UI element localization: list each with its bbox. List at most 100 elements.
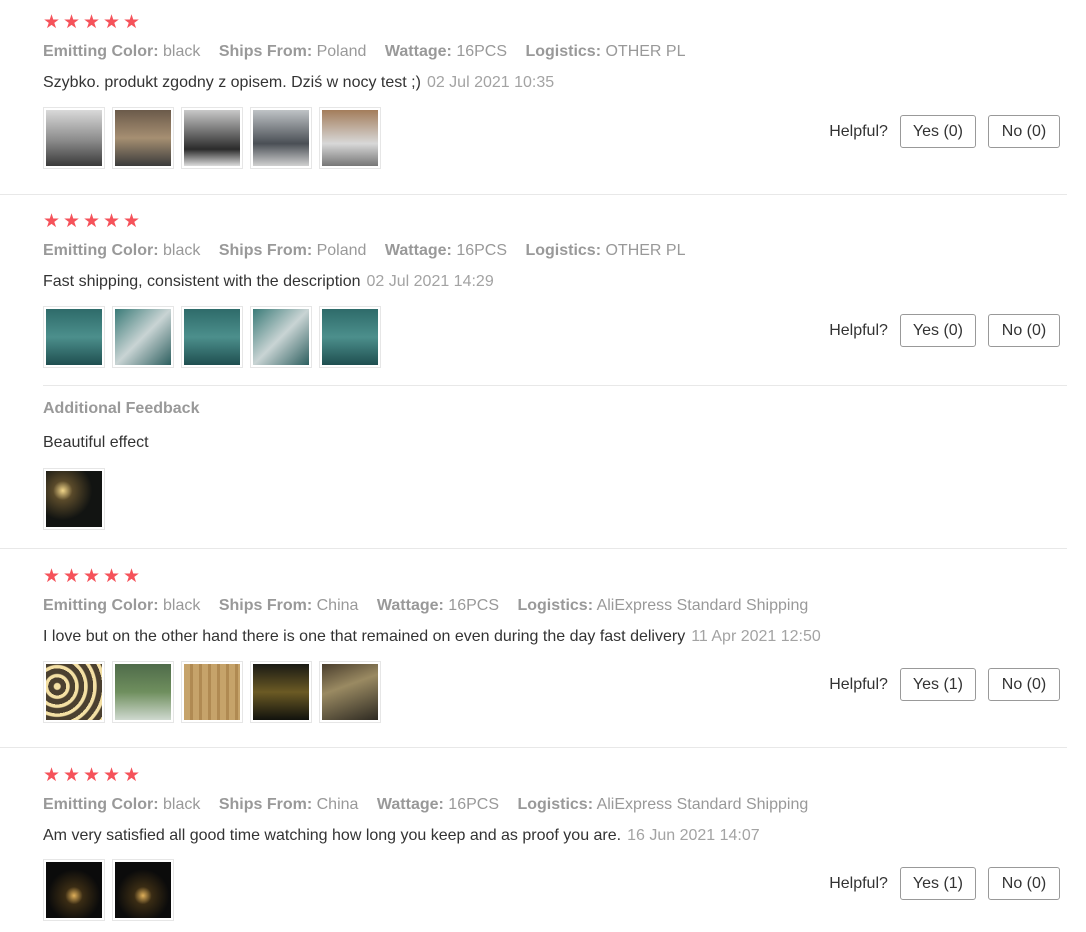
photo-image — [253, 664, 309, 720]
star-icon: ★ — [123, 765, 141, 786]
attr-key: Ships From: — [218, 43, 313, 60]
review-photo-thumb[interactable] — [112, 859, 174, 921]
helpful-no-button[interactable]: No (0) — [988, 668, 1060, 701]
attr-value: black — [163, 796, 201, 813]
review-photo-thumb[interactable] — [112, 306, 174, 368]
star-icon: ★ — [83, 12, 101, 33]
attr-wattage: Wattage: 16PCS — [377, 597, 499, 615]
review-photo-thumb[interactable] — [250, 661, 312, 723]
review-text: Am very satisfied all good time watching… — [43, 827, 760, 849]
review-photo-thumb[interactable] — [250, 306, 312, 368]
star-icon: ★ — [63, 211, 81, 232]
attr-value: Poland — [316, 242, 367, 259]
review-photo-thumb[interactable] — [181, 306, 243, 368]
attr-value: China — [316, 796, 359, 813]
star-icon: ★ — [123, 211, 141, 232]
reviews-list: ★ ★ ★ ★ ★ Emitting Color: black Ships Fr… — [0, 0, 1086, 932]
attr-value: AliExpress Standard Shipping — [596, 597, 809, 614]
review-photo-thumb[interactable] — [43, 107, 105, 169]
sku-attributes: Emitting Color: black Ships From: China … — [43, 597, 822, 617]
photo-image — [322, 309, 378, 365]
helpful-votes: Helpful? Yes (1) No (0) — [829, 867, 1060, 900]
review-photo-thumb[interactable] — [43, 661, 105, 723]
review-text: Fast shipping, consistent with the descr… — [43, 273, 494, 295]
attr-key: Ships From: — [218, 597, 313, 614]
helpful-yes-button[interactable]: Yes (1) — [899, 867, 976, 900]
helpful-no-button[interactable]: No (0) — [988, 314, 1060, 347]
attr-value: 16PCS — [456, 43, 508, 60]
star-icon: ★ — [63, 566, 81, 587]
review-photo-thumb[interactable] — [112, 107, 174, 169]
helpful-yes-button[interactable]: Yes (0) — [899, 115, 976, 148]
helpful-yes-button[interactable]: Yes (0) — [899, 314, 976, 347]
review-photo-thumb[interactable] — [43, 306, 105, 368]
star-icon: ★ — [103, 566, 121, 587]
review-photo-thumb[interactable] — [250, 107, 312, 169]
photo-image — [184, 664, 240, 720]
star-icon: ★ — [83, 765, 101, 786]
attr-wattage: Wattage: 16PCS — [377, 796, 499, 814]
review-photo-thumb[interactable] — [181, 107, 243, 169]
review-photo-thumb[interactable] — [319, 661, 381, 723]
attr-emitting-color: Emitting Color: black — [43, 43, 200, 61]
review-photo-thumb[interactable] — [319, 306, 381, 368]
sku-attributes: Emitting Color: black Ships From: China … — [43, 796, 822, 816]
additional-feedback-divider — [43, 385, 1067, 386]
star-icon: ★ — [103, 765, 121, 786]
review-photos — [43, 661, 381, 723]
review-photo-thumb[interactable] — [181, 661, 243, 723]
review-date: 02 Jul 2021 10:35 — [426, 74, 555, 91]
helpful-label: Helpful? — [829, 874, 888, 892]
photo-image — [184, 309, 240, 365]
star-icon: ★ — [103, 12, 121, 33]
attr-logistics: Logistics: AliExpress Standard Shipping — [517, 796, 808, 814]
helpful-votes: Helpful? Yes (0) No (0) — [829, 115, 1060, 148]
review-text: Szybko. produkt zgodny z opisem. Dziś w … — [43, 74, 554, 96]
attr-logistics: Logistics: AliExpress Standard Shipping — [517, 597, 808, 615]
photo-image — [115, 309, 171, 365]
attr-value: 16PCS — [456, 242, 508, 259]
review-date: 16 Jun 2021 14:07 — [627, 827, 760, 844]
star-icon: ★ — [43, 566, 61, 587]
additional-feedback-photos — [43, 468, 105, 530]
star-icon: ★ — [83, 566, 101, 587]
helpful-yes-button[interactable]: Yes (1) — [899, 668, 976, 701]
attr-key: Emitting Color: — [43, 796, 159, 813]
attr-value: black — [163, 242, 201, 259]
attr-ships-from: Ships From: China — [219, 796, 359, 814]
photo-image — [115, 862, 171, 918]
attr-value: OTHER PL — [605, 242, 686, 259]
review-item: ★ ★ ★ ★ ★ Emitting Color: black Ships Fr… — [0, 748, 1067, 932]
sku-attributes: Emitting Color: black Ships From: Poland… — [43, 43, 700, 63]
attr-value: black — [163, 43, 201, 60]
photo-image — [322, 110, 378, 166]
attr-wattage: Wattage: 16PCS — [385, 242, 507, 260]
attr-key: Emitting Color: — [43, 597, 159, 614]
photo-image — [115, 664, 171, 720]
attr-value: OTHER PL — [605, 43, 686, 60]
attr-value: 16PCS — [448, 597, 499, 614]
helpful-no-button[interactable]: No (0) — [988, 867, 1060, 900]
review-item: ★ ★ ★ ★ ★ Emitting Color: black Ships Fr… — [0, 549, 1067, 748]
attr-key: Ships From: — [218, 796, 313, 813]
attr-key: Wattage: — [376, 796, 444, 813]
star-icon: ★ — [83, 211, 101, 232]
star-icon: ★ — [43, 211, 61, 232]
helpful-no-button[interactable]: No (0) — [988, 115, 1060, 148]
review-photo-thumb[interactable] — [319, 107, 381, 169]
review-body: I love but on the other hand there is on… — [43, 628, 686, 645]
photo-image — [253, 110, 309, 166]
review-photo-thumb[interactable] — [43, 468, 105, 530]
star-rating: ★ ★ ★ ★ ★ — [43, 12, 141, 34]
review-photo-thumb[interactable] — [43, 859, 105, 921]
review-photos — [43, 859, 174, 921]
attr-value: AliExpress Standard Shipping — [596, 796, 809, 813]
review-photo-thumb[interactable] — [112, 661, 174, 723]
attr-key: Ships From: — [218, 242, 313, 259]
star-icon: ★ — [123, 566, 141, 587]
review-text: I love but on the other hand there is on… — [43, 628, 821, 650]
attr-ships-from: Ships From: Poland — [219, 242, 367, 260]
photo-image — [46, 309, 102, 365]
review-date: 11 Apr 2021 12:50 — [691, 628, 821, 645]
star-icon: ★ — [103, 211, 121, 232]
